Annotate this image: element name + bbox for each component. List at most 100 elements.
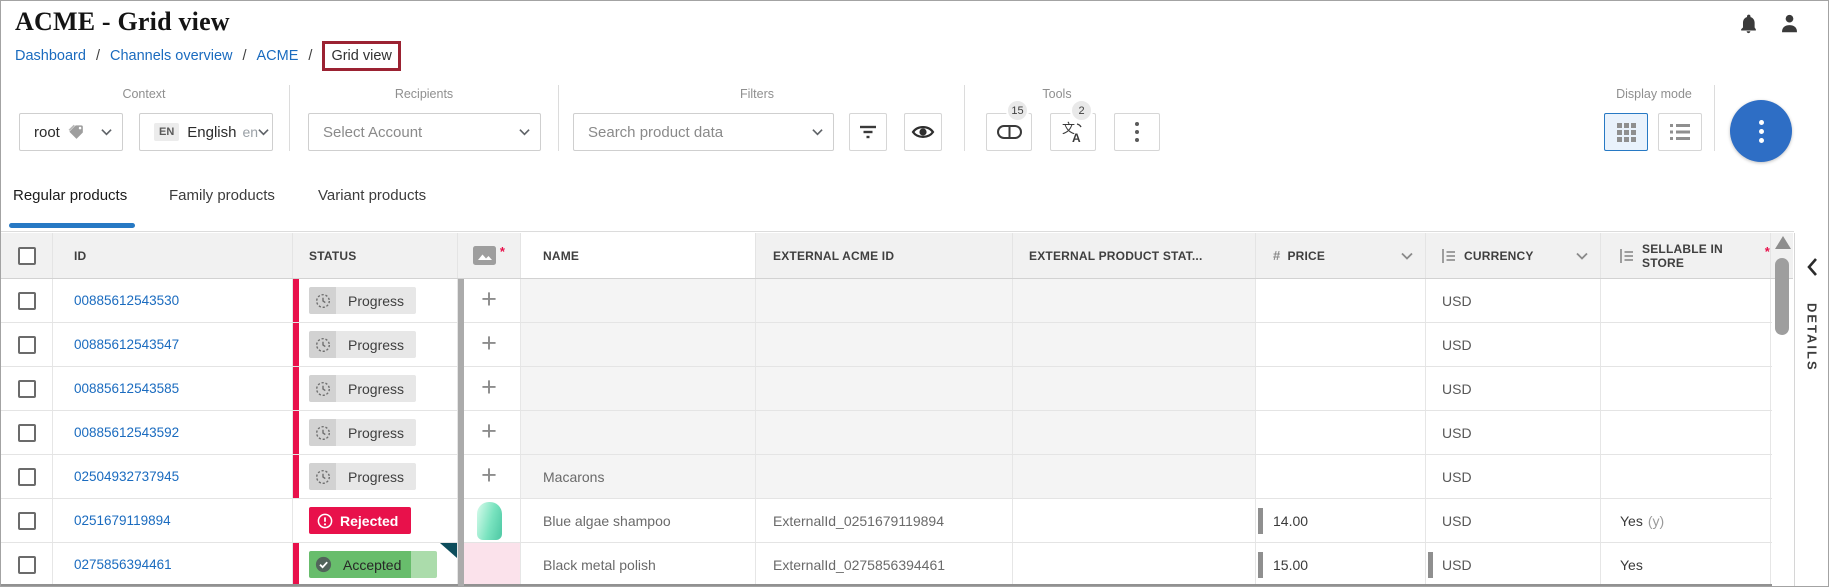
name-cell: Blue algae shampoo (521, 499, 756, 542)
language-name: English (187, 124, 236, 141)
details-panel-collapsed: DETAILS (1794, 233, 1829, 587)
clock-icon (315, 425, 331, 441)
add-media-button[interactable]: + (481, 284, 497, 315)
check-icon (315, 556, 332, 573)
row-checkbox-cell (1, 279, 53, 322)
grid-header-row: ID STATUS * NAME EXTERNAL ACME ID EXTERN… (1, 233, 1793, 279)
name-cell (521, 279, 756, 322)
pinned-columns-divider[interactable] (458, 279, 464, 587)
recipients-account-select[interactable]: Select Account (308, 113, 541, 151)
product-id-link[interactable]: 00885612543592 (74, 425, 179, 440)
tab-variant-products[interactable]: Variant products (318, 187, 426, 204)
tab-regular-products[interactable]: Regular products (13, 187, 127, 204)
status-label: Progress (336, 463, 416, 490)
select-all-checkbox[interactable] (18, 247, 36, 265)
row-checkbox[interactable] (18, 292, 36, 310)
user-profile-icon[interactable] (1779, 12, 1800, 35)
primary-actions-fab[interactable] (1730, 100, 1792, 162)
status-label: Progress (336, 375, 416, 402)
row-checkbox[interactable] (18, 468, 36, 486)
details-panel-label[interactable]: DETAILS (1805, 303, 1820, 372)
breadcrumb-link-acme[interactable]: ACME (257, 48, 299, 64)
chevron-down-icon (519, 128, 530, 136)
name-cell: Macarons (521, 455, 756, 498)
header-external-product-status: EXTERNAL PRODUCT STAT... (1013, 233, 1256, 278)
add-media-button[interactable]: + (481, 328, 497, 359)
preview-button[interactable] (904, 113, 942, 151)
chevron-down-icon (812, 128, 823, 136)
context-language-select[interactable]: EN English en (139, 113, 273, 151)
currency-cell: USD (1426, 455, 1601, 498)
filter-button[interactable] (849, 113, 887, 151)
notifications-bell-icon[interactable] (1738, 12, 1759, 35)
header-sellable-in-store: SELLABLE IN STORE * (1601, 233, 1771, 278)
table-row: 0275856394461 Accepted + (1, 543, 1772, 587)
external-product-status-cell (1013, 411, 1256, 454)
external-acme-id-cell: ExternalId_0275856394461 (756, 543, 1013, 586)
add-media-button[interactable]: + (481, 460, 497, 491)
header-external-acme-id: EXTERNAL ACME ID (756, 233, 1013, 278)
status-cell: Progress (293, 411, 458, 454)
name-cell: Black metal polish (521, 543, 756, 586)
list-view-icon (1670, 124, 1690, 140)
breadcrumb-link-dashboard[interactable]: Dashboard (15, 48, 86, 64)
translate-icon: 文 A (1061, 120, 1085, 144)
tab-family-products[interactable]: Family products (169, 187, 275, 204)
status-cell: Accepted (293, 543, 458, 586)
display-list-button[interactable] (1658, 113, 1702, 151)
row-checkbox[interactable] (18, 424, 36, 442)
context-scope-value: root (34, 124, 60, 141)
row-checkbox[interactable] (18, 380, 36, 398)
product-image[interactable] (458, 543, 520, 586)
external-acme-id-cell (756, 367, 1013, 410)
media-cell: + (458, 411, 521, 454)
search-placeholder: Search product data (588, 124, 723, 141)
sellable-cell (1601, 411, 1771, 454)
context-scope-select[interactable]: root (19, 113, 123, 151)
price-cell: 14.00 (1256, 499, 1426, 542)
product-tabs: Regular products Family products Variant… (1, 161, 1828, 233)
filters-section-label: Filters (740, 87, 774, 101)
sellable-cell (1601, 455, 1771, 498)
row-checkbox[interactable] (18, 556, 36, 574)
status-cell: Rejected (293, 499, 458, 542)
id-cell: 0251679119894 (53, 499, 293, 542)
product-id-link[interactable]: 00885612543547 (74, 337, 179, 352)
add-media-button[interactable]: + (481, 372, 497, 403)
display-grid-button[interactable] (1604, 113, 1648, 151)
product-id-link[interactable]: 00885612543530 (74, 293, 179, 308)
status-label: Progress (336, 287, 416, 314)
sellable-cell: Yes (1601, 543, 1771, 586)
name-cell (521, 411, 756, 454)
breadcrumb-link-channels-overview[interactable]: Channels overview (110, 48, 233, 64)
clock-icon (315, 337, 331, 353)
add-media-button[interactable]: + (481, 416, 497, 447)
vertical-scrollbar-thumb[interactable] (1775, 258, 1789, 335)
media-cell: + (458, 455, 521, 498)
row-checkbox[interactable] (18, 336, 36, 354)
more-tools-button[interactable] (1114, 113, 1160, 151)
product-id-link[interactable]: 0251679119894 (74, 513, 171, 528)
header-id: ID (53, 233, 293, 278)
tools-section-label: Tools (1042, 87, 1071, 101)
product-id-link[interactable]: 02504932737945 (74, 469, 179, 484)
price-cell (1256, 411, 1426, 454)
grid-view-icon (1617, 123, 1636, 142)
clock-icon (315, 469, 331, 485)
display-mode-section-label: Display mode (1616, 87, 1692, 101)
row-checkbox[interactable] (18, 512, 36, 530)
context-section-label: Context (122, 87, 165, 101)
product-image[interactable] (477, 502, 502, 540)
column-menu-chevron-icon[interactable] (1576, 249, 1588, 263)
channels-count-badge: 15 (1006, 99, 1029, 122)
product-id-link[interactable]: 0275856394461 (74, 557, 172, 572)
search-product-data-select[interactable]: Search product data (573, 113, 834, 151)
external-acme-id-cell: ExternalId_0251679119894 (756, 499, 1013, 542)
svg-text:A: A (1072, 131, 1081, 144)
kebab-menu-icon (1135, 122, 1139, 126)
status-badge: Accepted (309, 551, 437, 578)
scroll-up-arrow[interactable] (1775, 236, 1791, 249)
product-id-link[interactable]: 00885612543585 (74, 381, 179, 396)
expand-details-chevron-icon[interactable] (1806, 257, 1818, 277)
column-menu-chevron-icon[interactable] (1401, 249, 1413, 263)
